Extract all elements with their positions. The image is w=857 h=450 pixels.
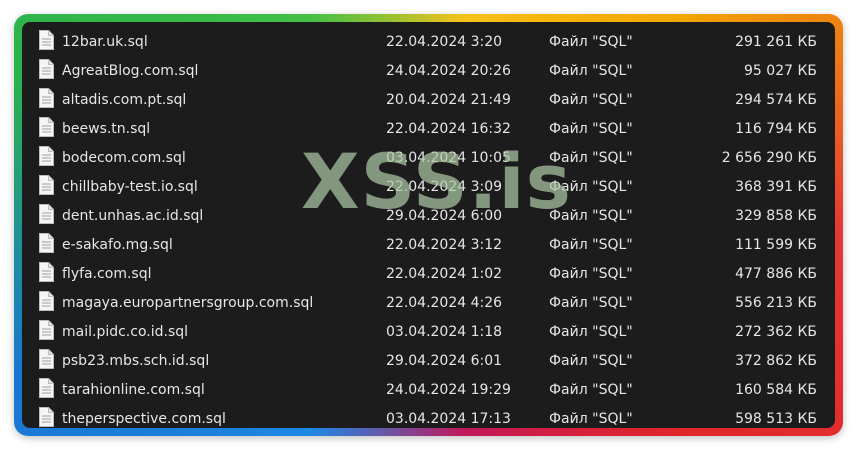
file-modified-date: 29.04.2024 6:01: [386, 352, 503, 369]
file-modified-date: 22.04.2024 4:26: [386, 294, 503, 311]
file-modified-date: 03.04.2024 10:05: [386, 149, 511, 166]
file-modified-date: 03.04.2024 1:18: [386, 323, 503, 340]
file-type: Файл "SQL": [549, 294, 633, 311]
file-size: 368 391 КБ: [735, 178, 817, 195]
file-type: Файл "SQL": [549, 323, 633, 340]
file-row[interactable]: flyfa.com.sql 22.04.2024 1:02 Файл "SQL"…: [22, 259, 835, 288]
file-type: Файл "SQL": [549, 236, 633, 253]
file-row[interactable]: theperspective.com.sql 03.04.2024 17:13 …: [22, 404, 835, 428]
file-modified-date: 22.04.2024 3:20: [386, 33, 503, 50]
file-row[interactable]: bodecom.com.sql 03.04.2024 10:05 Файл "S…: [22, 143, 835, 172]
file-size: 291 261 КБ: [735, 33, 817, 50]
document-icon: [39, 146, 54, 166]
file-name: 12bar.uk.sql: [62, 33, 148, 50]
file-row[interactable]: altadis.com.pt.sql 20.04.2024 21:49 Файл…: [22, 85, 835, 114]
file-name: altadis.com.pt.sql: [62, 91, 187, 108]
file-name: dent.unhas.ac.id.sql: [62, 207, 204, 224]
file-size: 294 574 КБ: [735, 91, 817, 108]
file-size: 477 886 КБ: [735, 265, 817, 282]
file-row[interactable]: 12bar.uk.sql 22.04.2024 3:20 Файл "SQL" …: [22, 27, 835, 56]
file-modified-date: 24.04.2024 19:29: [386, 381, 511, 398]
file-type: Файл "SQL": [549, 91, 633, 108]
document-icon: [39, 204, 54, 224]
file-row[interactable]: chillbaby-test.io.sql 22.04.2024 3:09 Фа…: [22, 172, 835, 201]
file-row[interactable]: magaya.europartnersgroup.com.sql 22.04.2…: [22, 288, 835, 317]
file-modified-date: 22.04.2024 1:02: [386, 265, 503, 282]
file-row[interactable]: AgreatBlog.com.sql 24.04.2024 20:26 Файл…: [22, 56, 835, 85]
document-icon: [39, 117, 54, 137]
file-name: flyfa.com.sql: [62, 265, 152, 282]
document-icon: [39, 349, 54, 369]
file-list-window: 12bar.uk.sql 22.04.2024 3:20 Файл "SQL" …: [22, 22, 835, 428]
file-modified-date: 22.04.2024 3:09: [386, 178, 503, 195]
file-modified-date: 29.04.2024 6:00: [386, 207, 503, 224]
document-icon: [39, 59, 54, 79]
file-name: chillbaby-test.io.sql: [62, 178, 198, 195]
file-type: Файл "SQL": [549, 33, 633, 50]
document-icon: [39, 233, 54, 253]
file-row[interactable]: psb23.mbs.sch.id.sql 29.04.2024 6:01 Фай…: [22, 346, 835, 375]
file-name: mail.pidc.co.id.sql: [62, 323, 189, 340]
file-size: 556 213 КБ: [735, 294, 817, 311]
file-modified-date: 20.04.2024 21:49: [386, 91, 511, 108]
file-size: 95 027 КБ: [744, 62, 817, 79]
file-type: Файл "SQL": [549, 207, 633, 224]
file-name: beews.tn.sql: [62, 120, 151, 137]
document-icon: [39, 30, 54, 50]
file-modified-date: 24.04.2024 20:26: [386, 62, 511, 79]
file-name: magaya.europartnersgroup.com.sql: [62, 294, 314, 311]
file-name: tarahionline.com.sql: [62, 381, 205, 398]
file-size: 372 862 КБ: [735, 352, 817, 369]
file-modified-date: 03.04.2024 17:13: [386, 410, 511, 427]
file-row[interactable]: dent.unhas.ac.id.sql 29.04.2024 6:00 Фай…: [22, 201, 835, 230]
file-modified-date: 22.04.2024 16:32: [386, 120, 511, 137]
document-icon: [39, 407, 54, 427]
file-size: 2 656 290 КБ: [721, 149, 817, 166]
file-type: Файл "SQL": [549, 265, 633, 282]
file-size: 598 513 КБ: [735, 410, 817, 427]
document-icon: [39, 175, 54, 195]
file-size: 160 584 КБ: [735, 381, 817, 398]
file-modified-date: 22.04.2024 3:12: [386, 236, 503, 253]
file-type: Файл "SQL": [549, 120, 633, 137]
file-type: Файл "SQL": [549, 149, 633, 166]
file-row[interactable]: e-sakafo.mg.sql 22.04.2024 3:12 Файл "SQ…: [22, 230, 835, 259]
file-name: bodecom.com.sql: [62, 149, 186, 166]
file-size: 116 794 КБ: [735, 120, 817, 137]
file-type: Файл "SQL": [549, 178, 633, 195]
file-type: Файл "SQL": [549, 381, 633, 398]
file-type: Файл "SQL": [549, 352, 633, 369]
file-size: 272 362 КБ: [735, 323, 817, 340]
file-list: 12bar.uk.sql 22.04.2024 3:20 Файл "SQL" …: [22, 22, 835, 427]
document-icon: [39, 88, 54, 108]
file-type: Файл "SQL": [549, 62, 633, 79]
file-row[interactable]: tarahionline.com.sql 24.04.2024 19:29 Фа…: [22, 375, 835, 404]
document-icon: [39, 291, 54, 311]
file-row[interactable]: beews.tn.sql 22.04.2024 16:32 Файл "SQL"…: [22, 114, 835, 143]
file-size: 329 858 КБ: [735, 207, 817, 224]
file-name: psb23.mbs.sch.id.sql: [62, 352, 210, 369]
document-icon: [39, 262, 54, 282]
file-row[interactable]: mail.pidc.co.id.sql 03.04.2024 1:18 Файл…: [22, 317, 835, 346]
file-name: theperspective.com.sql: [62, 410, 226, 427]
file-type: Файл "SQL": [549, 410, 633, 427]
document-icon: [39, 378, 54, 398]
document-icon: [39, 320, 54, 340]
file-size: 111 599 КБ: [735, 236, 817, 253]
file-name: AgreatBlog.com.sql: [62, 62, 199, 79]
file-name: e-sakafo.mg.sql: [62, 236, 173, 253]
